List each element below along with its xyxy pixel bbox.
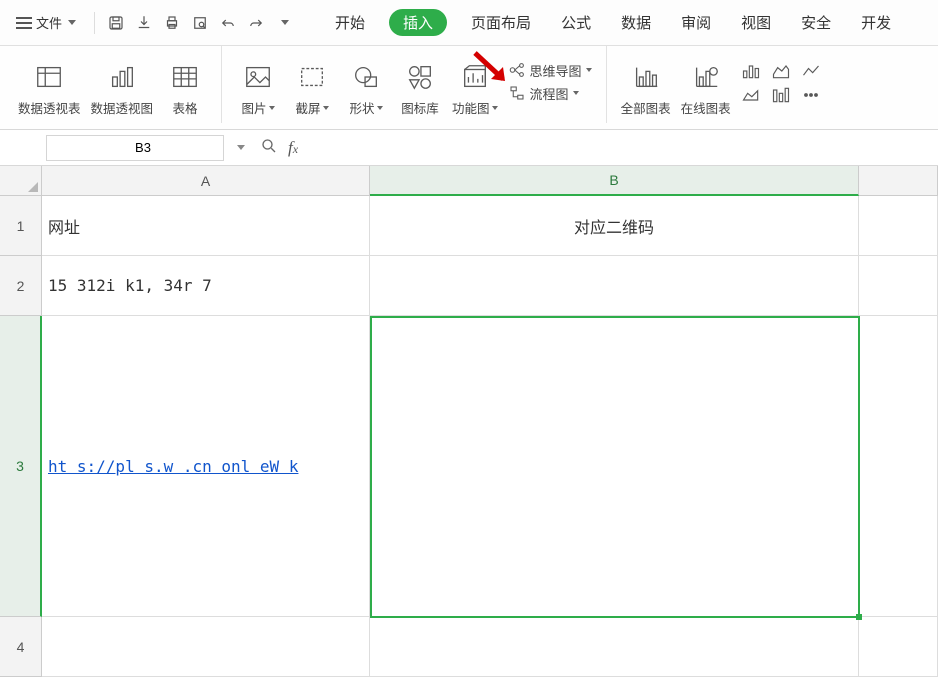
all-charts-icon: [629, 60, 663, 94]
mindmap-button[interactable]: 思维导图: [508, 61, 592, 80]
chevron-down-icon: [269, 106, 275, 110]
chevron-down-icon: [323, 106, 329, 110]
shapes-button[interactable]: 形状: [344, 60, 388, 123]
hamburger-icon: [16, 17, 32, 29]
cell-A1[interactable]: 网址: [42, 196, 370, 256]
screenshot-icon: [295, 60, 329, 94]
save-icon[interactable]: [105, 12, 127, 34]
chevron-down-icon: [492, 106, 498, 110]
cell-C3[interactable]: [859, 316, 938, 617]
row-header-1[interactable]: 1: [0, 196, 42, 256]
more-charts-button[interactable]: [801, 86, 823, 104]
quick-access-toolbar: 文件 开始 插入 页面布局 公式 数据 审阅 视图 安全 开发: [0, 0, 938, 46]
ribbon-tabs: 开始 插入 页面布局 公式 数据 审阅 视图 安全 开发: [329, 0, 897, 45]
icons-button[interactable]: 图标库: [398, 60, 442, 123]
area-chart-button[interactable]: [741, 86, 763, 104]
line-chart-button[interactable]: [801, 62, 823, 80]
pivot-chart-icon: [105, 60, 139, 94]
tab-data[interactable]: 数据: [615, 8, 657, 37]
divider: [94, 12, 95, 34]
chevron-down-icon: [281, 20, 289, 25]
online-chart-icon: [689, 60, 723, 94]
cell-A4[interactable]: [42, 617, 370, 677]
table-icon: [168, 60, 202, 94]
online-chart-button[interactable]: 在线图表: [681, 60, 731, 123]
shapes-label: 形状: [350, 98, 375, 117]
lookup-icon[interactable]: [260, 137, 278, 158]
tab-review[interactable]: 审阅: [675, 8, 717, 37]
picture-button[interactable]: 图片: [236, 60, 280, 123]
chevron-down-icon: [377, 106, 383, 110]
table-label: 表格: [173, 98, 198, 117]
all-charts-button[interactable]: 全部图表: [621, 60, 671, 123]
cell-C1[interactable]: [859, 196, 938, 256]
picture-icon: [241, 60, 275, 94]
cell-B1[interactable]: 对应二维码: [370, 196, 859, 256]
print-preview-icon[interactable]: [189, 12, 211, 34]
row-header-4[interactable]: 4: [0, 617, 42, 677]
row-header-3[interactable]: 3: [0, 316, 42, 617]
redo-dropdown[interactable]: [273, 12, 295, 34]
tab-view[interactable]: 视图: [735, 8, 777, 37]
cells-area[interactable]: 网址 对应二维码 15 312i k1, 34r 7 ht s://pl s.w…: [42, 196, 938, 683]
flowchart-button[interactable]: 流程图: [508, 84, 592, 103]
tab-page-layout[interactable]: 页面布局: [465, 8, 537, 37]
cell-C4[interactable]: [859, 617, 938, 677]
bar-chart-button[interactable]: [741, 62, 763, 80]
screenshot-label: 截屏: [296, 98, 321, 117]
icons-label: 图标库: [401, 98, 439, 117]
ribbon-chart-button[interactable]: [771, 62, 793, 80]
pivot-chart-label: 数据透视图: [91, 98, 154, 117]
shapes-icon: [349, 60, 383, 94]
name-box-input[interactable]: [55, 140, 231, 155]
mindmap-label: 思维导图: [530, 61, 582, 80]
spreadsheet-grid: A B 1 2 3 4 网址 对应二维码 15 312i k1, 34r 7 h…: [0, 166, 938, 683]
col-header-B[interactable]: B: [370, 166, 859, 196]
export-icon[interactable]: [133, 12, 155, 34]
cell-B2[interactable]: [370, 256, 859, 316]
name-box[interactable]: [46, 135, 224, 161]
pivot-table-label: 数据透视表: [18, 98, 81, 117]
cell-A2[interactable]: 15 312i k1, 34r 7: [42, 256, 370, 316]
tab-dev[interactable]: 开发: [855, 8, 897, 37]
redo-icon[interactable]: [245, 12, 267, 34]
tab-insert[interactable]: 插入: [389, 9, 447, 36]
tab-security[interactable]: 安全: [795, 8, 837, 37]
flowchart-label: 流程图: [530, 84, 569, 103]
chevron-down-icon: [68, 20, 76, 25]
chevron-down-icon: [573, 91, 579, 95]
column-chart-button[interactable]: [771, 86, 793, 104]
picture-label: 图片: [242, 98, 267, 117]
screenshot-button[interactable]: 截屏: [290, 60, 334, 123]
pivot-table-icon: [32, 60, 66, 94]
table-button[interactable]: 表格: [163, 60, 207, 123]
row-header-2[interactable]: 2: [0, 256, 42, 316]
pivot-chart-button[interactable]: 数据透视图: [91, 60, 154, 123]
chevron-down-icon: [586, 68, 592, 72]
pivot-table-button[interactable]: 数据透视表: [18, 60, 81, 123]
ribbon: 数据透视表 数据透视图 表格 图片 截屏: [0, 46, 938, 130]
chevron-down-icon: [237, 145, 245, 150]
cell-A3[interactable]: ht s://pl s.w .cn onl eW k: [42, 316, 370, 617]
tab-formula[interactable]: 公式: [555, 8, 597, 37]
cell-B4[interactable]: [370, 617, 859, 677]
all-charts-label: 全部图表: [621, 98, 671, 117]
file-menu-label: 文件: [36, 13, 62, 32]
cell-B3[interactable]: [370, 316, 859, 617]
file-menu[interactable]: 文件: [8, 9, 84, 36]
tab-start[interactable]: 开始: [329, 8, 371, 37]
cell-C2[interactable]: [859, 256, 938, 316]
smart-chart-button[interactable]: 功能图: [452, 60, 498, 123]
smart-chart-icon: [458, 60, 492, 94]
undo-icon[interactable]: [217, 12, 239, 34]
print-icon[interactable]: [161, 12, 183, 34]
smart-chart-label: 功能图: [452, 98, 490, 117]
icons-icon: [403, 60, 437, 94]
col-header-C[interactable]: [859, 166, 938, 196]
select-all-corner[interactable]: [0, 166, 42, 196]
online-chart-label: 在线图表: [681, 98, 731, 117]
fx-label[interactable]: fx: [288, 138, 298, 158]
col-header-A[interactable]: A: [42, 166, 370, 196]
formula-bar: fx: [0, 130, 938, 166]
